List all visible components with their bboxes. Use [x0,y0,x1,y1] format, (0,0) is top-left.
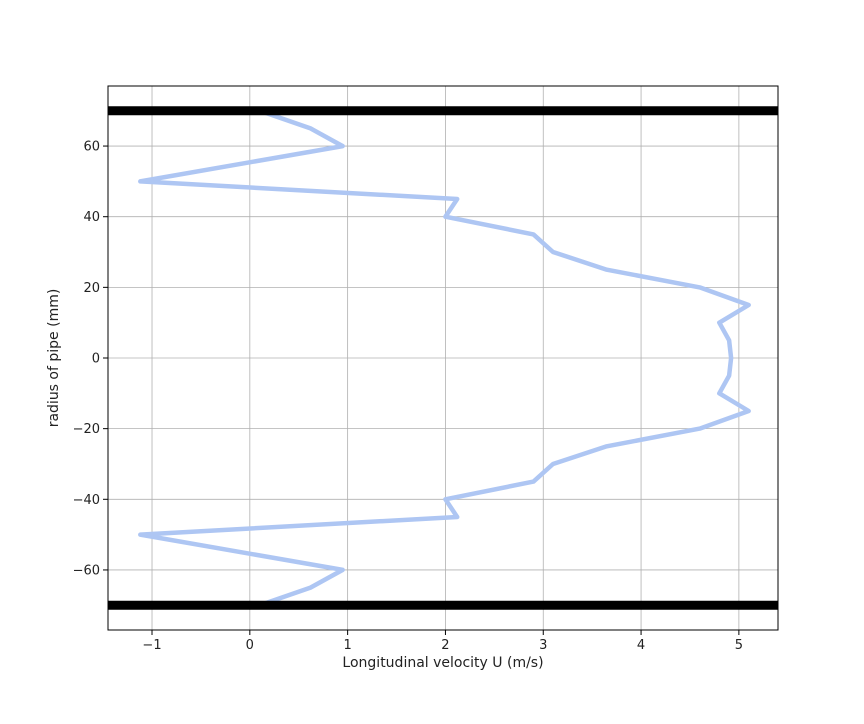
x-tick-label: 5 [735,638,743,653]
y-tick-label: −40 [73,493,100,508]
y-tick-label: 40 [83,210,100,225]
x-axis-label: Longitudinal velocity U (m/s) [342,655,543,671]
x-tick-label: −1 [142,638,161,653]
y-tick-label: −60 [73,563,100,578]
x-axis-ticks: −1 0 1 2 3 4 5 [142,630,743,653]
x-tick-label: 4 [637,638,645,653]
y-tick-label: 0 [92,352,100,367]
x-tick-label: 1 [343,638,351,653]
y-tick-label: 60 [83,140,100,155]
x-tick-label: 2 [441,638,449,653]
x-tick-label: 3 [539,638,547,653]
velocity-profile-chart: −1 0 1 2 3 4 5 −60 −40 −20 0 20 40 60 Longitudinal v… [46,85,779,671]
chart-container: −1 0 1 2 3 4 5 −60 −40 −20 0 20 40 60 Longitudinal v… [0,0,864,720]
x-tick-label: 0 [246,638,254,653]
y-axis-label: radius of pipe (mm) [46,289,62,428]
y-tick-label: 20 [83,281,100,296]
y-tick-label: −20 [73,422,100,437]
y-axis-ticks: −60 −40 −20 0 20 40 60 [73,140,108,578]
